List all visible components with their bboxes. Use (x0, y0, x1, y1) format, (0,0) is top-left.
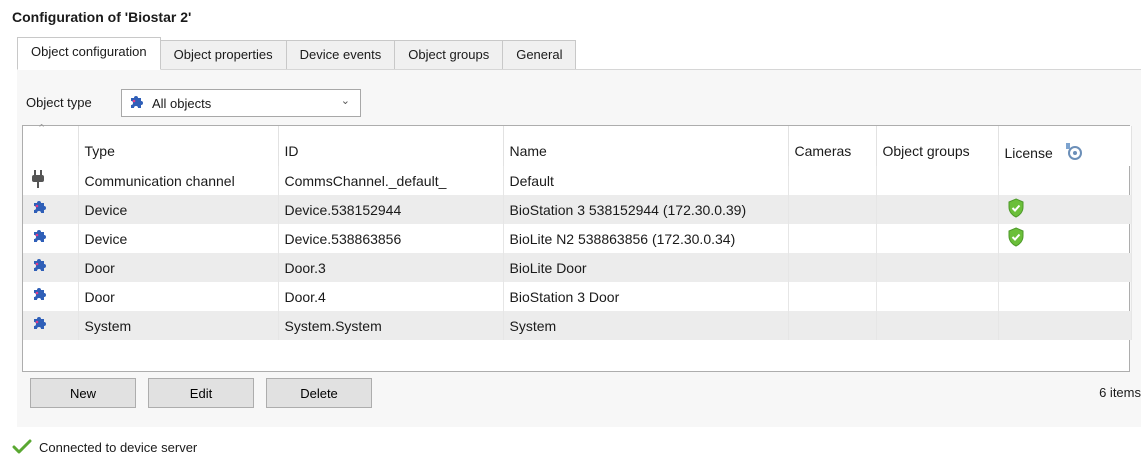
cell-name: System (503, 311, 789, 340)
status-bar: Connected to device server (12, 439, 197, 455)
row-icon-cell (23, 253, 79, 282)
cell-cameras (788, 166, 877, 195)
cell-cameras (788, 253, 877, 282)
object-configuration-panel: Object type All objects ⌄ ⌃ Type ID Name… (17, 69, 1141, 427)
cell-license (998, 253, 1132, 282)
tab-bar: Object configuration Object properties D… (17, 37, 577, 70)
new-button[interactable]: New (30, 378, 136, 408)
table-row[interactable]: Door Door.3 BioLite Door (23, 253, 1132, 282)
cell-type: System (78, 311, 279, 340)
cell-cameras (788, 224, 877, 253)
puzzle-icon (31, 258, 47, 274)
row-icon-cell (23, 311, 79, 340)
puzzle-icon (31, 316, 47, 332)
cell-license (998, 195, 1132, 224)
plug-icon (31, 170, 45, 188)
shield-check-icon (1007, 198, 1025, 218)
cell-name: BioLite N2 538863856 (172.30.0.34) (503, 224, 789, 253)
cell-object-groups (876, 253, 999, 282)
table-header-row: ⌃ Type ID Name Cameras Object groups Lic… (23, 123, 1132, 166)
column-header-name[interactable]: Name (503, 126, 789, 166)
cell-license (998, 311, 1132, 340)
cell-type: Device (78, 195, 279, 224)
cell-name: BioLite Door (503, 253, 789, 282)
license-header-label: License (1004, 145, 1053, 161)
cell-cameras (788, 311, 877, 340)
cell-id: System.System (278, 311, 504, 340)
cell-type: Communication channel (78, 166, 279, 195)
cell-id: Door.4 (278, 282, 504, 311)
cell-object-groups (876, 311, 999, 340)
item-count: 6 items (1099, 385, 1141, 400)
sort-caret-icon: ⌃ (37, 123, 47, 135)
status-text: Connected to device server (39, 439, 198, 455)
table-row[interactable]: Communication channel CommsChannel._defa… (23, 166, 1132, 195)
column-header-object-groups[interactable]: Object groups (876, 126, 999, 166)
row-icon-cell (23, 224, 79, 253)
row-icon-cell (23, 166, 79, 195)
puzzle-icon (31, 287, 47, 303)
edit-button[interactable]: Edit (148, 378, 254, 408)
cell-id: CommsChannel._default_ (278, 166, 504, 195)
cell-id: Device.538152944 (278, 195, 504, 224)
tab-device-events[interactable]: Device events (286, 40, 396, 70)
tab-object-configuration[interactable]: Object configuration (17, 37, 161, 70)
cell-cameras (788, 195, 877, 224)
object-type-value: All objects (152, 95, 212, 111)
object-type-select[interactable]: All objects ⌄ (121, 89, 361, 117)
tab-general[interactable]: General (503, 40, 577, 70)
objects-table: ⌃ Type ID Name Cameras Object groups Lic… (22, 123, 1132, 372)
tab-object-properties[interactable]: Object properties (160, 40, 287, 70)
cell-object-groups (876, 282, 999, 311)
puzzle-icon (31, 229, 47, 245)
cell-cameras (788, 282, 877, 311)
delete-button[interactable]: Delete (266, 378, 372, 408)
cell-type: Device (78, 224, 279, 253)
checkmark-icon (12, 439, 39, 455)
cell-license (998, 282, 1132, 311)
object-type-label: Object type (26, 95, 92, 110)
tab-object-groups[interactable]: Object groups (395, 40, 504, 70)
puzzle-icon (31, 200, 47, 216)
column-header-id[interactable]: ID (278, 126, 504, 166)
cell-object-groups (876, 224, 999, 253)
puzzle-icon (128, 95, 144, 111)
sort-column-header[interactable]: ⌃ (23, 123, 79, 166)
cell-type: Door (78, 253, 279, 282)
cell-object-groups (876, 166, 999, 195)
cell-id: Device.538863856 (278, 224, 504, 253)
chevron-down-icon: ⌄ (340, 95, 350, 107)
row-icon-cell (23, 282, 79, 311)
cell-id: Door.3 (278, 253, 504, 282)
cell-license (998, 224, 1132, 253)
cell-license (998, 166, 1132, 195)
cell-name: BioStation 3 538152944 (172.30.0.39) (503, 195, 789, 224)
shield-check-icon (1007, 227, 1025, 247)
column-header-license[interactable]: License (998, 126, 1132, 166)
column-header-cameras[interactable]: Cameras (788, 126, 877, 166)
cell-object-groups (876, 195, 999, 224)
table-row[interactable]: Door Door.4 BioStation 3 Door (23, 282, 1132, 311)
table-row[interactable]: Device Device.538863856 BioLite N2 53886… (23, 224, 1132, 253)
window-title: Configuration of 'Biostar 2' (12, 9, 192, 25)
column-header-type[interactable]: Type (78, 126, 279, 166)
cell-name: BioStation 3 Door (503, 282, 789, 311)
table-row[interactable]: System System.System System (23, 311, 1132, 340)
table-row[interactable]: Device Device.538152944 BioStation 3 538… (23, 195, 1132, 224)
cell-name: Default (503, 166, 789, 195)
cell-type: Door (78, 282, 279, 311)
column-chooser-icon[interactable] (1063, 141, 1083, 161)
row-icon-cell (23, 195, 79, 224)
